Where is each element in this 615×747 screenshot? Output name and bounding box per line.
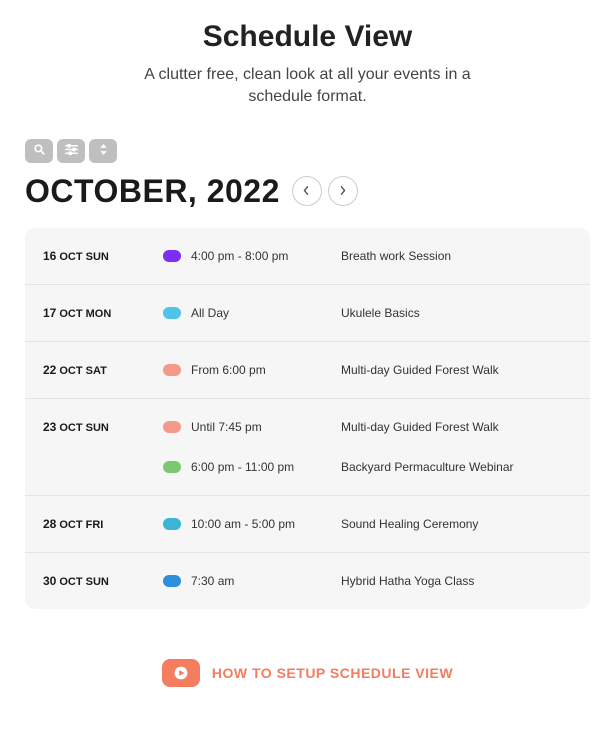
next-month-button[interactable] [328, 176, 358, 206]
event-row[interactable]: 6:00 pm - 11:00 pmBackyard Permaculture … [43, 455, 572, 479]
day-group: 28OCT FRI 10:00 am - 5:00 pmSound Healing… [25, 496, 590, 553]
page-title: Schedule View [25, 20, 590, 54]
event-row[interactable]: 30OCT SUN 7:30 amHybrid Hatha Yoga Class [43, 569, 572, 593]
event-row[interactable]: 17OCT MON All DayUkulele Basics [43, 301, 572, 325]
setup-link[interactable]: HOW TO SETUP SCHEDULE VIEW [25, 659, 590, 687]
event-title: Breath work Session [341, 249, 572, 263]
event-title: Multi-day Guided Forest Walk [341, 420, 572, 434]
event-date: 22OCT SAT [43, 363, 163, 377]
event-date: 30OCT SUN [43, 574, 163, 588]
month-nav [292, 176, 358, 206]
day-group: 17OCT MON All DayUkulele Basics [25, 285, 590, 342]
event-date: 16OCT SUN [43, 249, 163, 263]
filter-icon [64, 143, 79, 159]
event-title: Sound Healing Ceremony [341, 517, 572, 531]
event-row[interactable]: 16OCT SUN 4:00 pm - 8:00 pmBreath work Se… [43, 244, 572, 268]
page-header: Schedule View A clutter free, clean look… [25, 20, 590, 109]
month-header: OCTOBER, 2022 [25, 173, 590, 210]
day-group: 30OCT SUN 7:30 amHybrid Hatha Yoga Class [25, 553, 590, 609]
event-title: Multi-day Guided Forest Walk [341, 363, 572, 377]
sort-button[interactable] [89, 139, 117, 163]
page-subtitle: A clutter free, clean look at all your e… [118, 64, 498, 109]
event-color-dot [163, 575, 191, 587]
event-row[interactable]: 22OCT SAT From 6:00 pmMulti-day Guided Fo… [43, 358, 572, 382]
event-time: 6:00 pm - 11:00 pm [191, 460, 341, 474]
day-group: 22OCT SAT From 6:00 pmMulti-day Guided Fo… [25, 342, 590, 399]
event-row[interactable]: 28OCT FRI 10:00 am - 5:00 pmSound Healing… [43, 512, 572, 536]
play-icon [162, 659, 200, 687]
filter-button[interactable] [57, 139, 85, 163]
event-date: 28OCT FRI [43, 517, 163, 531]
event-date: 17OCT MON [43, 306, 163, 320]
event-row[interactable]: 23OCT SUN Until 7:45 pmMulti-day Guided F… [43, 415, 572, 439]
event-color-dot [163, 250, 191, 262]
schedule-list: 16OCT SUN 4:00 pm - 8:00 pmBreath work Se… [25, 228, 590, 609]
event-time: 10:00 am - 5:00 pm [191, 517, 341, 531]
event-color-dot [163, 421, 191, 433]
event-title: Hybrid Hatha Yoga Class [341, 574, 572, 588]
event-time: 4:00 pm - 8:00 pm [191, 249, 341, 263]
prev-month-button[interactable] [292, 176, 322, 206]
day-group: 23OCT SUN Until 7:45 pmMulti-day Guided F… [25, 399, 590, 496]
event-color-dot [163, 518, 191, 530]
event-title: Backyard Permaculture Webinar [341, 460, 572, 474]
chevron-right-icon [338, 184, 347, 199]
sort-icon [98, 143, 109, 159]
event-color-dot [163, 461, 191, 473]
chevron-left-icon [302, 184, 311, 199]
event-time: Until 7:45 pm [191, 420, 341, 434]
toolbar [25, 139, 590, 163]
event-color-dot [163, 364, 191, 376]
event-time: All Day [191, 306, 341, 320]
event-date: 23OCT SUN [43, 420, 163, 434]
event-title: Ukulele Basics [341, 306, 572, 320]
search-button[interactable] [25, 139, 53, 163]
event-time: From 6:00 pm [191, 363, 341, 377]
event-time: 7:30 am [191, 574, 341, 588]
search-icon [33, 143, 46, 159]
setup-link-label: HOW TO SETUP SCHEDULE VIEW [212, 665, 453, 681]
month-title: OCTOBER, 2022 [25, 173, 280, 210]
day-group: 16OCT SUN 4:00 pm - 8:00 pmBreath work Se… [25, 228, 590, 285]
event-color-dot [163, 307, 191, 319]
